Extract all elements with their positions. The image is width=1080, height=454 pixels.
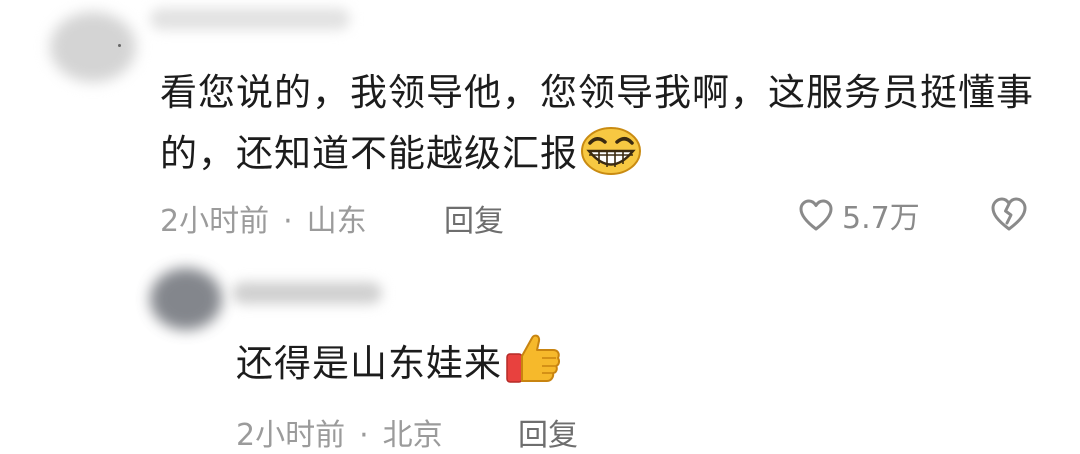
heart-outline-icon [798,198,834,232]
meta-separator: · [283,204,293,239]
comment-meta: 2小时前 · 山东 [160,196,367,240]
comment-body: 看您说的，我领导他，您领导我啊，这服务员挺懂事的，还知道不能越级汇报 [160,62,1040,194]
reply-button[interactable]: 回复 [518,410,578,454]
comment-body: 还得是山东娃来 [236,330,562,404]
avatar[interactable] [50,12,136,82]
comment-time: 2小时前 [160,204,270,239]
like-count: 5.7万 [842,201,920,236]
reply-comment-item: 还得是山东娃来 2小时前 · 北京 回复 [0,260,1080,453]
dislike-button[interactable] [990,196,1030,234]
avatar[interactable] [150,268,222,330]
comment-item: 看您说的，我领导他，您领导我啊，这服务员挺懂事的，还知道不能越级汇报 2小时前 ·… [0,0,1080,250]
reply-button[interactable]: 回复 [444,196,504,240]
username[interactable] [150,8,350,30]
broken-heart-icon [990,197,1028,236]
thumbs-up-emoji [504,330,562,404]
like-button[interactable]: 5.7万 [798,194,920,236]
meta-separator: · [359,418,369,453]
comment-text: 还得是山东娃来 [236,342,502,385]
username[interactable] [232,282,382,304]
avatar-dot [118,44,121,47]
comment-location: 山东 [306,204,367,239]
comment-time: 2小时前 [236,418,346,453]
grinning-face-emoji [580,126,642,194]
comment-meta: 2小时前 · 北京 [236,410,443,454]
comment-location: 北京 [382,418,443,453]
